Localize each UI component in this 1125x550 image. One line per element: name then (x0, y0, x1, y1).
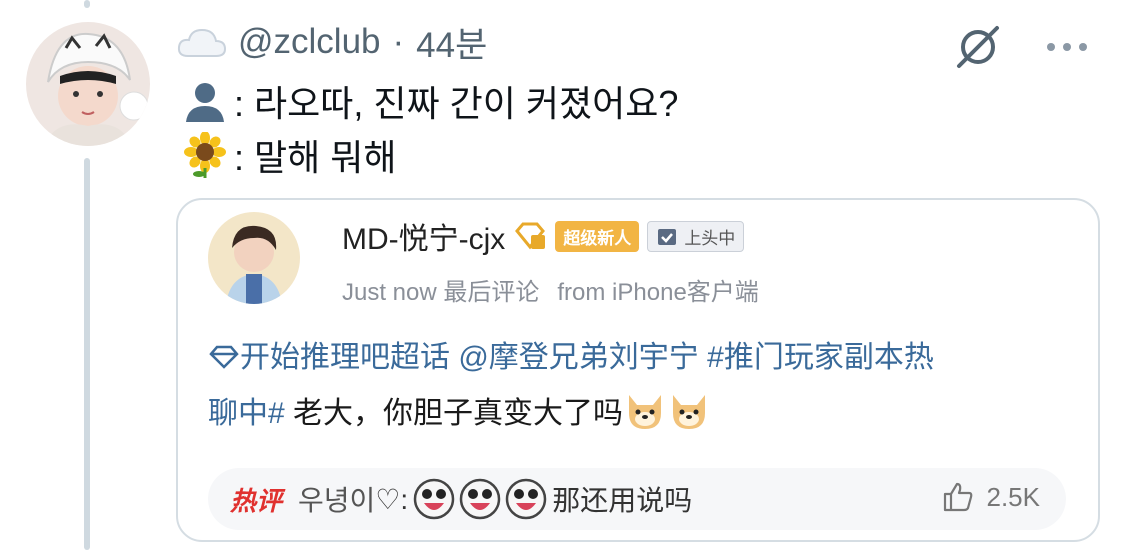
card-name-row: MD-悦宁-cjx 超级新人 上头中 (342, 214, 745, 258)
thread-line (84, 158, 90, 550)
post-line-1: : 라오따, 진짜 간이 커졌어요? (182, 76, 678, 126)
username[interactable]: @zclclub (238, 22, 381, 62)
card-avatar[interactable] (208, 212, 300, 304)
card-source: from iPhone客户端 (557, 279, 759, 306)
badge-status-label: 上头中 (684, 228, 736, 248)
slash-circle-icon[interactable] (953, 22, 1003, 72)
mention-link[interactable]: @摩登兄弟刘宇宁 (458, 341, 698, 374)
post-text-line-1: : 라오따, 진짜 간이 커졌어요? (234, 83, 679, 124)
hot-comment[interactable]: 热评 우녕이 ♡: 那还用说吗 2.5K (208, 468, 1066, 530)
dog-face-icon (667, 391, 711, 431)
card-body: 开始推理吧超话 @摩登兄弟刘宇宁 #推门玩家副本热 聊中# 老大，你胆子真变大了… (208, 330, 1068, 442)
dog-face-icon (623, 391, 667, 431)
calendar-check-icon (656, 225, 678, 247)
thumbs-up-icon (941, 480, 975, 514)
like-button[interactable]: 2.5K (941, 480, 1041, 514)
hashtag-link-part1[interactable]: #推门玩家副本热 (707, 341, 934, 374)
separator: · (392, 22, 405, 61)
hot-comment-user[interactable]: 우녕이 (298, 479, 375, 519)
post-actions (953, 22, 1087, 72)
badge-super-newbie: 超级新人 (555, 220, 640, 252)
thread-line-top (84, 0, 90, 8)
sunflower-icon (182, 131, 228, 178)
hot-comment-label: 热评 (230, 485, 283, 516)
post-header: @zclclub · 44분 (176, 18, 487, 66)
badge-status: 上头中 (647, 220, 745, 252)
post-text-line-2: : 말해 뭐해 (234, 137, 397, 178)
post-line-2: : 말해 뭐해 (182, 130, 397, 180)
laughing-face-icon (412, 477, 456, 521)
diamond-icon (208, 332, 240, 369)
card-username[interactable]: MD-悦宁-cjx (342, 214, 505, 258)
like-count: 2.5K (986, 481, 1041, 512)
post-time[interactable]: 44분 (416, 17, 487, 68)
laughing-face-icon (504, 477, 548, 521)
card-body-text: 老大，你胆子真变大了吗 (284, 397, 624, 430)
vip-diamond-icon (513, 221, 547, 251)
laughing-face-icon (458, 477, 502, 521)
cloud-icon (176, 22, 228, 62)
hot-comment-heart: ♡: (375, 483, 409, 515)
hashtag-link-part2[interactable]: 聊中# (208, 397, 285, 430)
hot-comment-text: 那还用说吗 (552, 485, 693, 516)
card-meta: Just now 最后评论 from iPhone客户端 (342, 272, 759, 307)
supertopic-link[interactable]: 开始推理吧超话 (240, 341, 450, 374)
avatar[interactable] (26, 22, 150, 146)
card-time: Just now 最后评论 (342, 279, 540, 306)
quoted-card[interactable]: MD-悦宁-cjx 超级新人 上头中 Just now 最后评论 from iP… (176, 198, 1100, 542)
more-horizontal-icon[interactable] (1047, 43, 1087, 51)
person-silhouette-icon (182, 78, 228, 124)
